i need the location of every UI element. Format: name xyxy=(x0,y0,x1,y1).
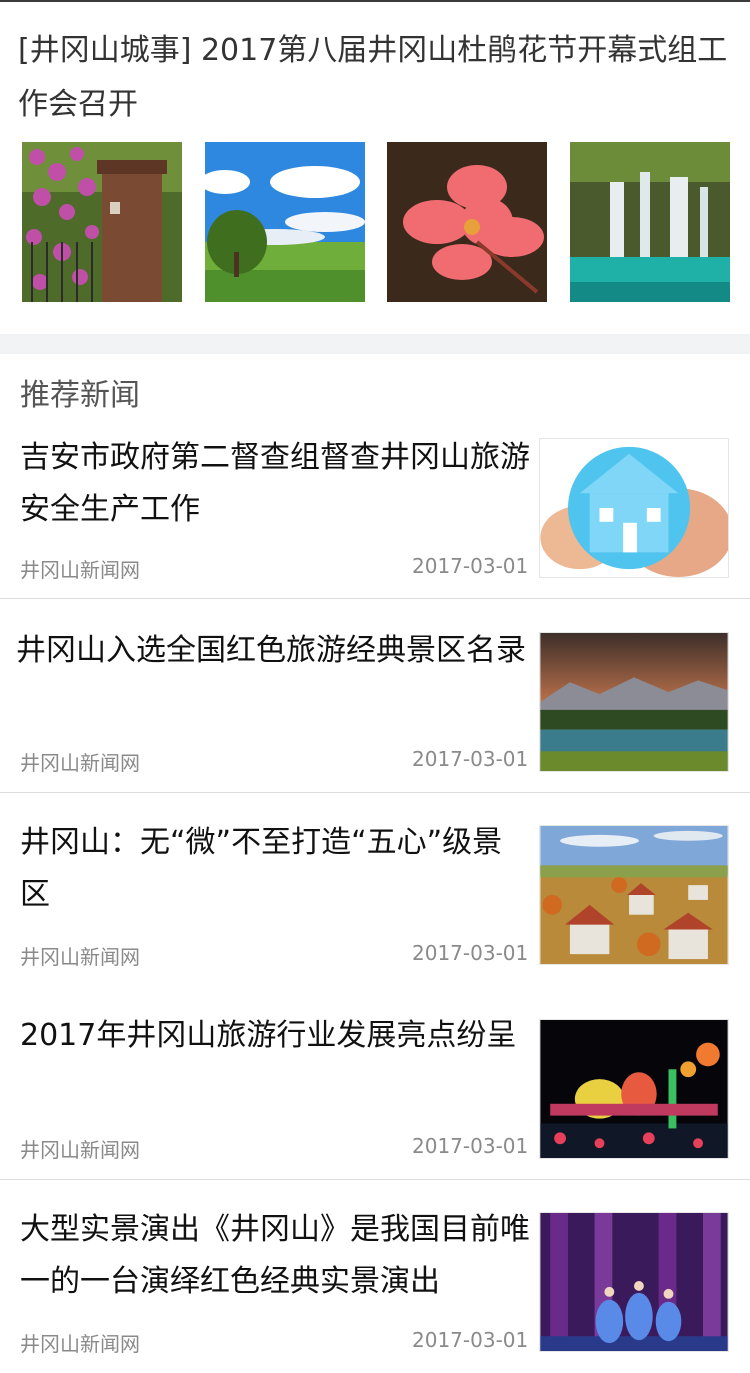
waterfall-photo[interactable] xyxy=(570,142,730,302)
section-divider xyxy=(0,334,750,354)
news-date: 2017-03-01 xyxy=(412,1328,529,1352)
news-title[interactable]: 2017年井冈山旅游行业发展亮点纷呈 xyxy=(20,1010,532,1062)
news-item[interactable]: 井冈山入选全国红色旅游经典景区名录 井冈山新闻网 2017-03-01 xyxy=(0,599,750,793)
news-source: 井冈山新闻网 xyxy=(20,1138,140,1162)
news-item[interactable]: 2017年井冈山旅游行业发展亮点纷呈 井冈山新闻网 2017-03-01 xyxy=(0,986,750,1180)
news-title[interactable]: 吉安市政府第二督查组督查井冈山旅游安全生产工作 xyxy=(20,432,532,536)
feature-gallery xyxy=(22,142,732,302)
village-photo[interactable] xyxy=(539,825,729,965)
feature-article[interactable]: [井冈山城事] 2017第八届井冈山杜鹃花节开幕式组工作会召开 xyxy=(0,2,750,334)
news-item[interactable]: 大型实景演出《井冈山》是我国目前唯一的一台演绎红色经典实景演出 井冈山新闻网 2… xyxy=(0,1180,750,1373)
news-item[interactable]: 吉安市政府第二督查组督查井冈山旅游安全生产工作 井冈山新闻网 2017-03-0… xyxy=(0,420,750,599)
news-date: 2017-03-01 xyxy=(412,554,529,578)
section-title: 推荐新闻 xyxy=(20,378,140,413)
news-title[interactable]: 井冈山入选全国红色旅游经典景区名录 xyxy=(16,625,528,677)
sky-tree-photo[interactable] xyxy=(205,142,365,302)
news-item[interactable]: 井冈山：无“微”不至打造“五心”级景区 井冈山新闻网 2017-03-01 xyxy=(0,793,750,987)
flowers-gate-photo[interactable] xyxy=(22,142,182,302)
news-date: 2017-03-01 xyxy=(412,941,529,965)
azalea-photo[interactable] xyxy=(387,142,547,302)
lake-sunset-photo[interactable] xyxy=(539,632,729,772)
news-source: 井冈山新闻网 xyxy=(20,558,140,582)
news-source: 井冈山新闻网 xyxy=(20,1332,140,1356)
dance-performance-photo[interactable] xyxy=(539,1212,729,1352)
news-source: 井冈山新闻网 xyxy=(20,751,140,775)
news-title[interactable]: 井冈山：无“微”不至打造“五心”级景区 xyxy=(20,817,532,921)
news-title[interactable]: 大型实景演出《井冈山》是我国目前唯一的一台演绎红色经典实景演出 xyxy=(20,1204,532,1308)
news-date: 2017-03-01 xyxy=(412,747,529,771)
house-in-hands-photo[interactable] xyxy=(539,438,729,578)
news-date: 2017-03-01 xyxy=(412,1134,529,1158)
lantern-festival-photo[interactable] xyxy=(539,1019,729,1159)
feature-title[interactable]: [井冈山城事] 2017第八届井冈山杜鹃花节开幕式组工作会召开 xyxy=(18,24,748,132)
news-source: 井冈山新闻网 xyxy=(20,945,140,969)
